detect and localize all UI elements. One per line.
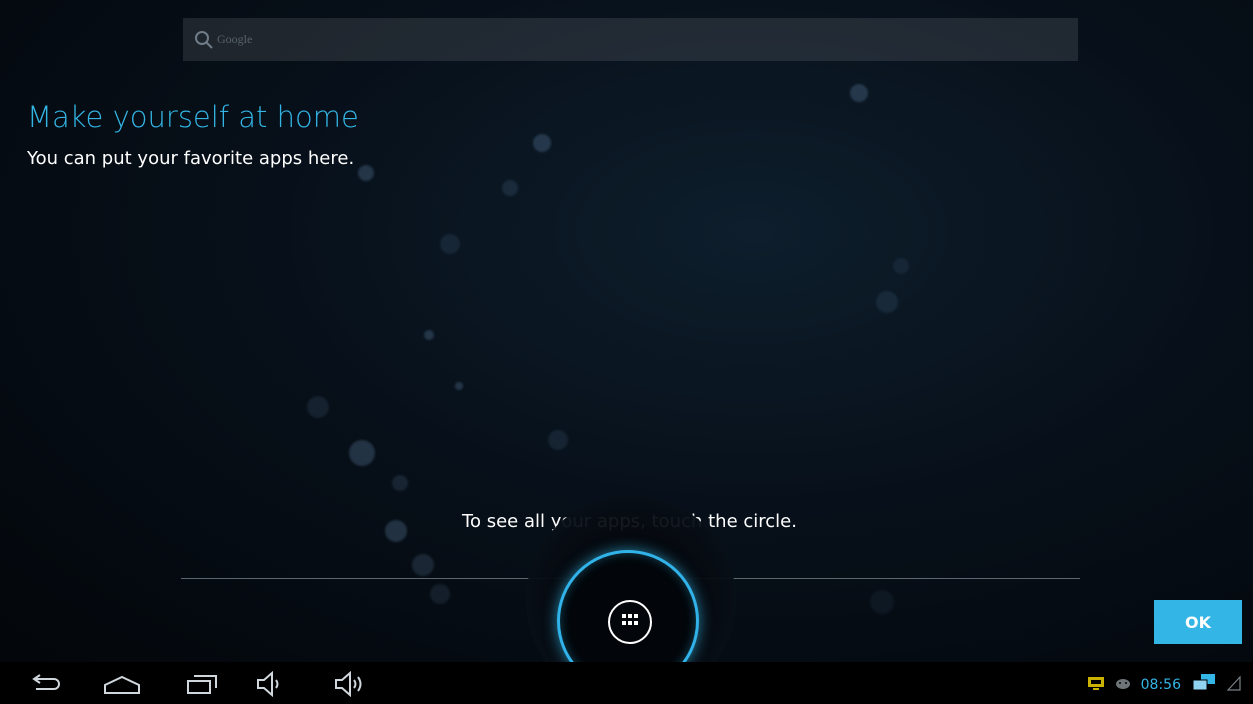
- wallpaper-bokeh: [455, 382, 463, 390]
- back-icon: [28, 673, 62, 700]
- recent-apps-button[interactable]: [182, 670, 222, 702]
- home-button[interactable]: [102, 670, 142, 702]
- recent-apps-icon: [184, 672, 220, 701]
- search-placeholder: Google: [217, 32, 253, 46]
- search-bar[interactable]: Google: [183, 18, 1078, 61]
- wallpaper-bokeh: [548, 430, 568, 450]
- cling-title: Make yourself at home: [27, 100, 359, 134]
- wallpaper-bokeh: [533, 134, 551, 152]
- wallpaper-bokeh: [893, 258, 909, 274]
- back-button[interactable]: [25, 670, 65, 702]
- volume-down-icon: [255, 670, 285, 702]
- all-apps-button[interactable]: [608, 600, 652, 644]
- status-area[interactable]: 08:56: [1087, 673, 1241, 697]
- wallpaper-bokeh: [870, 590, 894, 614]
- cling-subtitle: You can put your favorite apps here.: [27, 148, 355, 169]
- wallpaper-bokeh: [876, 291, 898, 313]
- screen-share-icon: [1087, 675, 1105, 696]
- ok-button[interactable]: OK: [1154, 600, 1242, 644]
- search-icon: [193, 29, 215, 51]
- wallpaper-bokeh: [349, 440, 375, 466]
- home-icon: [102, 673, 142, 700]
- network-icon: [1191, 673, 1217, 698]
- wallpaper-bokeh: [850, 84, 868, 102]
- volume-up-icon: [333, 670, 367, 702]
- wallpaper-bokeh: [502, 180, 518, 196]
- signal-icon: [1226, 674, 1241, 696]
- wallpaper-bokeh: [358, 165, 374, 181]
- wallpaper-bokeh: [430, 584, 450, 604]
- all-apps-grid-icon: [620, 613, 640, 632]
- volume-down-button[interactable]: [250, 670, 290, 702]
- wallpaper-bokeh: [440, 234, 460, 254]
- volume-up-button[interactable]: [330, 670, 370, 702]
- home-screen-wallpaper: Google Make yourself at home You can put…: [0, 0, 1253, 662]
- clock: 08:56: [1140, 677, 1181, 693]
- wallpaper-bokeh: [392, 475, 408, 491]
- wallpaper-bokeh: [424, 330, 434, 340]
- android-debug-icon: [1115, 676, 1131, 695]
- wallpaper-bokeh: [307, 396, 329, 418]
- wallpaper-bokeh: [412, 554, 434, 576]
